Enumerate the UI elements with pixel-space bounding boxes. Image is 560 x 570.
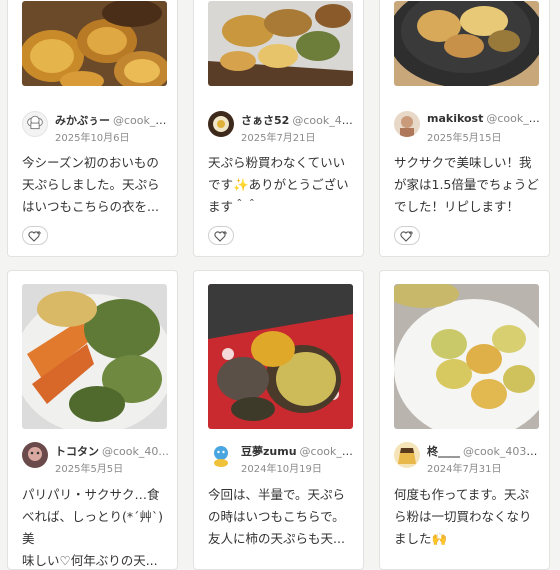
post-meta: みかぷぅー @cook_4... 2025年10月6日 xyxy=(22,111,171,145)
user-id: @cook_40... xyxy=(102,445,169,458)
tsukurepo-grid: みかぷぅー @cook_4... 2025年10月6日 今シーズン初のおいもの 天… xyxy=(0,0,560,570)
post-photo[interactable] xyxy=(208,284,353,429)
post-photo[interactable] xyxy=(22,1,167,86)
post-card[interactable]: トコタン @cook_40... 2025年5月5日 パリパリ・サクサク…食 べれ… xyxy=(7,270,178,570)
post-date: 2024年10月19日 xyxy=(241,464,322,475)
post-comment[interactable]: 今シーズン初のおいもの 天ぷらしました。天ぷら はいつもこちらの衣を... xyxy=(22,152,169,218)
user-id: @cook_4... xyxy=(486,112,543,125)
post-photo[interactable] xyxy=(394,284,539,429)
photo-avatar[interactable] xyxy=(208,111,234,137)
user-name[interactable]: トコタン xyxy=(55,445,99,458)
post-comment[interactable]: 今回は、半量で。天ぷら の時はいつもこちらで。 友人に柿の天ぷらも天... xyxy=(208,484,355,550)
post-meta: makikost @cook_4... 2025年5月15日 xyxy=(394,111,543,145)
post-date: 2025年5月5日 xyxy=(55,464,124,475)
post-date: 2025年5月15日 xyxy=(427,133,502,144)
like-button[interactable] xyxy=(394,226,420,245)
heart-plus-icon xyxy=(214,231,227,242)
post-meta: 柊____ @cook_4038... 2024年7月31日 xyxy=(394,442,543,476)
post-card[interactable]: makikost @cook_4... 2025年5月15日 サクサクで美味しい！… xyxy=(379,0,550,257)
post-meta: さぁさ52 @cook_40... 2025年7月21日 xyxy=(208,111,357,145)
post-comment[interactable]: 何度も作ってます。天ぷ ら粉は一切買わなくなり ました🙌 xyxy=(394,484,541,550)
post-date: 2025年7月21日 xyxy=(241,133,316,144)
post-meta: トコタン @cook_40... 2025年5月5日 xyxy=(22,442,171,476)
user-id: @cook_40... xyxy=(292,114,357,127)
post-meta: 豆夢zumu @cook_4... 2024年10月19日 xyxy=(208,442,357,476)
post-card[interactable]: さぁさ52 @cook_40... 2025年7月21日 天ぷら粉買わなくていい … xyxy=(193,0,364,257)
user-name[interactable]: さぁさ52 xyxy=(241,114,289,127)
post-date: 2025年10月6日 xyxy=(55,133,130,144)
user-name[interactable]: 柊____ xyxy=(427,445,460,458)
post-comment[interactable]: パリパリ・サクサク…食 べれば、しっとり(*´艸`)美 味しい♡何年ぶりの天..… xyxy=(22,484,169,569)
post-card[interactable]: みかぷぅー @cook_4... 2025年10月6日 今シーズン初のおいもの 天… xyxy=(7,0,178,257)
heart-plus-icon xyxy=(400,231,413,242)
like-button[interactable] xyxy=(208,226,234,245)
chef-hat-icon[interactable] xyxy=(22,111,48,137)
user-id: @cook_4... xyxy=(299,445,357,458)
post-photo[interactable] xyxy=(208,1,353,86)
post-photo[interactable] xyxy=(394,1,539,86)
character-avatar[interactable] xyxy=(208,442,234,468)
like-button[interactable] xyxy=(22,226,48,245)
user-id: @cook_4... xyxy=(113,114,171,127)
heart-plus-icon xyxy=(28,231,41,242)
pudding-avatar[interactable] xyxy=(394,442,420,468)
post-card[interactable]: 豆夢zumu @cook_4... 2024年10月19日 今回は、半量で。天ぷら… xyxy=(193,270,364,570)
post-card[interactable]: 柊____ @cook_4038... 2024年7月31日 何度も作ってます。天… xyxy=(379,270,550,570)
photo-avatar[interactable] xyxy=(22,442,48,468)
post-photo[interactable] xyxy=(22,284,167,429)
user-name[interactable]: makikost xyxy=(427,112,483,125)
post-comment[interactable]: サクサクで美味しい！我 が家は1.5倍量でちょうど でした！リピします！ xyxy=(394,152,541,218)
user-name[interactable]: みかぷぅー xyxy=(55,114,110,127)
photo-avatar[interactable] xyxy=(394,111,420,137)
post-comment[interactable]: 天ぷら粉買わなくていい です✨ありがとうござい ます＾＾ xyxy=(208,152,355,218)
user-name[interactable]: 豆夢zumu xyxy=(241,445,297,458)
post-date: 2024年7月31日 xyxy=(427,464,502,475)
user-id: @cook_4038... xyxy=(463,445,543,458)
